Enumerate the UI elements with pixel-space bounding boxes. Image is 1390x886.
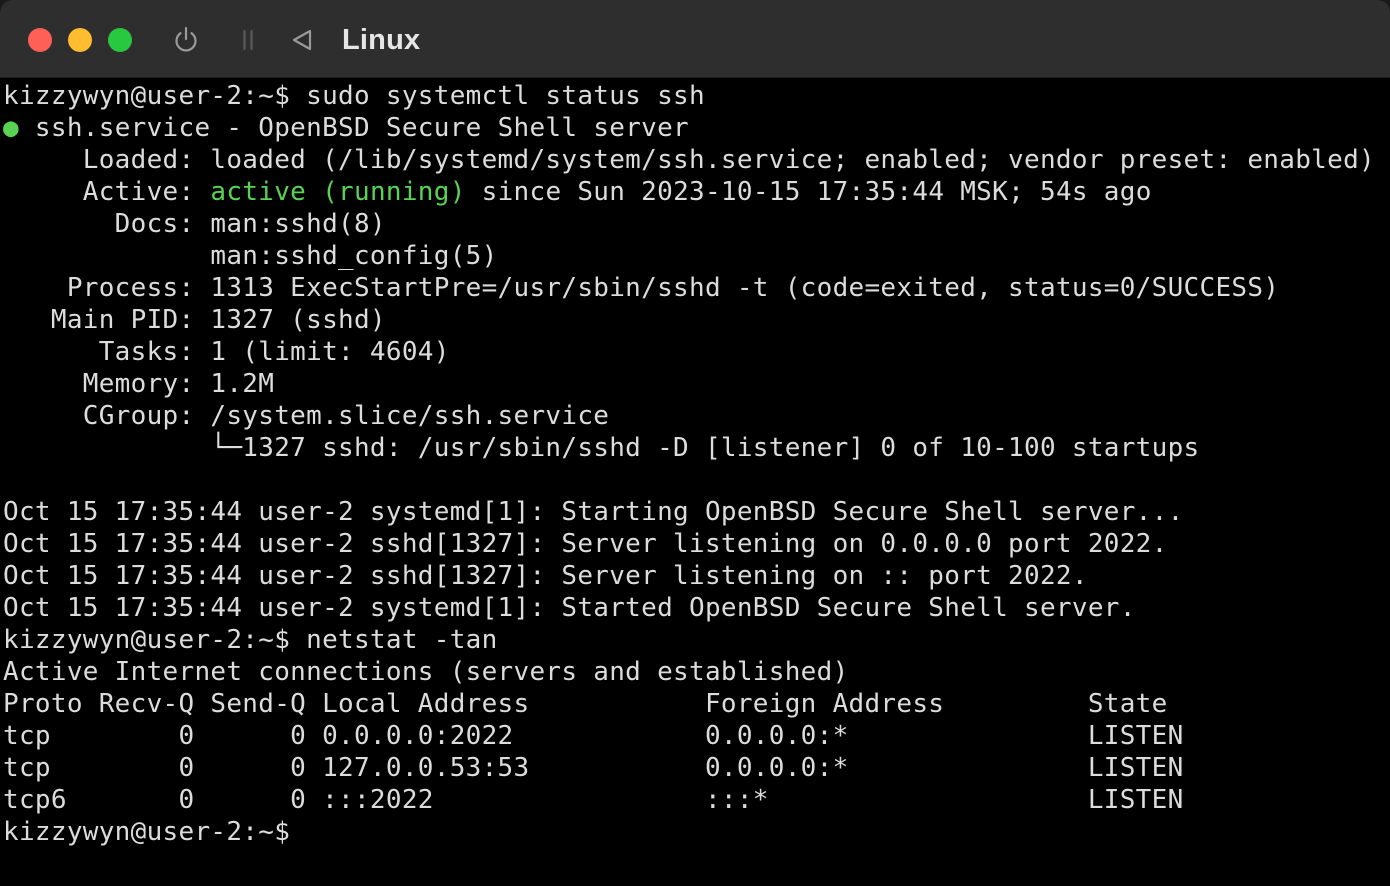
terminal-line: ● ssh.service - OpenBSD Secure Shell ser… <box>3 112 689 144</box>
terminal-line: └─1327 sshd: /usr/sbin/sshd -D [listener… <box>3 433 1200 463</box>
vm-window: Linux kizzywyn@user-2:~$ sudo systemctl … <box>0 0 1390 886</box>
pause-icon[interactable] <box>232 24 264 56</box>
terminal-line: Oct 15 17:35:44 user-2 systemd[1]: Start… <box>3 497 1184 527</box>
status-dot-icon: ● <box>3 113 19 143</box>
terminal-line: man:sshd_config(5) <box>3 241 498 271</box>
terminal-line: Memory: 1.2M <box>3 369 275 399</box>
terminal-line: kizzywyn@user-2:~$ netstat -tan <box>3 625 498 655</box>
terminal-line: Oct 15 17:35:44 user-2 sshd[1327]: Serve… <box>3 529 1168 559</box>
terminal-line: CGroup: /system.slice/ssh.service <box>3 401 610 431</box>
title-bar: Linux <box>0 0 1390 78</box>
terminal-line: Active: active (running) since Sun 2023-… <box>3 176 1152 208</box>
terminal-line: tcp 0 0 127.0.0.53:53 0.0.0.0:* LISTEN <box>3 753 1184 783</box>
terminal-line: Active Internet connections (servers and… <box>3 657 849 687</box>
terminal-line: kizzywyn@user-2:~$ sudo systemctl status… <box>3 81 705 111</box>
power-icon[interactable] <box>170 24 202 56</box>
terminal-line: tcp6 0 0 :::2022 :::* LISTEN <box>3 785 1184 815</box>
terminal-line: Main PID: 1327 (sshd) <box>3 305 386 335</box>
maximize-button[interactable] <box>108 28 132 52</box>
minimize-button[interactable] <box>68 28 92 52</box>
terminal-output[interactable]: kizzywyn@user-2:~$ sudo systemctl status… <box>0 80 1390 886</box>
terminal-prompt: kizzywyn@user-2:~$ <box>3 817 291 847</box>
terminal-line: Oct 15 17:35:44 user-2 sshd[1327]: Serve… <box>3 561 1088 591</box>
terminal-line: Process: 1313 ExecStartPre=/usr/sbin/ssh… <box>3 273 1280 303</box>
active-since: since Sun 2023-10-15 17:35:44 MSK; 54s a… <box>465 177 1152 207</box>
terminal-text: ssh.service - OpenBSD Secure Shell serve… <box>18 113 690 143</box>
terminal-line: Proto Recv-Q Send-Q Local Address Foreig… <box>3 689 1168 719</box>
window-title: Linux <box>342 24 421 56</box>
close-button[interactable] <box>28 28 52 52</box>
terminal-line: Oct 15 17:35:44 user-2 systemd[1]: Start… <box>3 593 1136 623</box>
back-icon[interactable] <box>286 24 318 56</box>
terminal-line: Docs: man:sshd(8) <box>3 209 386 239</box>
terminal-text: Active: <box>3 177 211 207</box>
terminal-line: Tasks: 1 (limit: 4604) <box>3 337 450 367</box>
active-status: active (running) <box>210 177 466 207</box>
terminal-line: tcp 0 0 0.0.0.0:2022 0.0.0.0:* LISTEN <box>3 721 1184 751</box>
terminal-line: Loaded: loaded (/lib/systemd/system/ssh.… <box>3 145 1375 175</box>
